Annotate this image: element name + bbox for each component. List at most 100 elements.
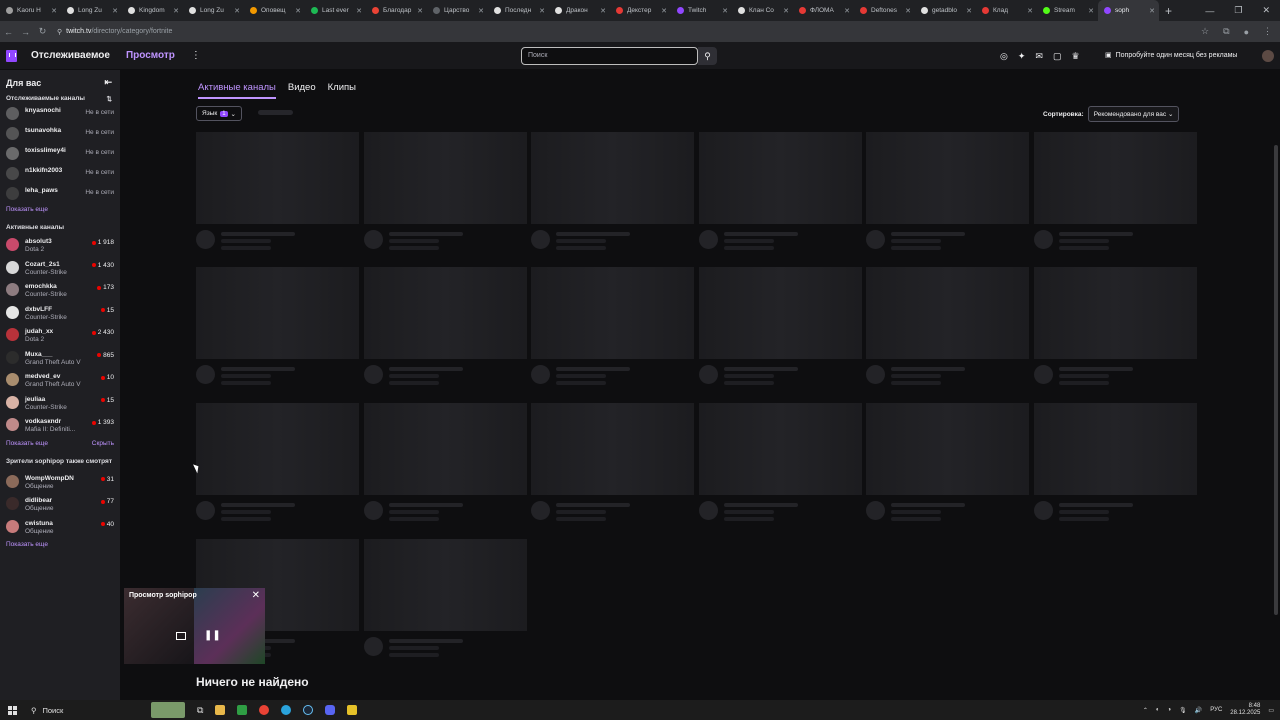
- close-tab-icon[interactable]: ✕: [539, 7, 545, 15]
- browser-tab[interactable]: Оповещ ✕: [244, 0, 305, 21]
- menu-icon[interactable]: ⋮: [1263, 26, 1272, 37]
- language-filter[interactable]: Язык 1 ⌄: [196, 106, 242, 121]
- sidebar-channel[interactable]: medved_ev Grand Theft Auto V 10: [0, 369, 120, 392]
- close-tab-icon[interactable]: ✕: [478, 7, 484, 15]
- tray-chevron-icon[interactable]: ⌃: [1143, 707, 1148, 714]
- close-tab-icon[interactable]: ✕: [1149, 7, 1155, 15]
- close-tab-icon[interactable]: ✕: [783, 7, 789, 15]
- app-green-icon[interactable]: [237, 705, 248, 715]
- sidebar-channel[interactable]: knyasnochi Не в сети: [0, 103, 120, 123]
- url-field[interactable]: ⚲ twitch.tv/directory/category/fortnite: [57, 28, 172, 36]
- sort-select[interactable]: Рекомендовано для вас ⌄: [1087, 106, 1180, 122]
- chrome-icon[interactable]: [259, 705, 270, 715]
- nav-browse[interactable]: Просмотр: [126, 50, 175, 61]
- inbox-icon[interactable]: ✉: [1035, 51, 1043, 62]
- ad-free-promo[interactable]: ▣ Попробуйте один месяц без рекламы: [1105, 51, 1237, 60]
- collapse-sidebar-icon[interactable]: ⇤: [104, 77, 112, 88]
- pause-icon[interactable]: ❚❚: [204, 630, 221, 641]
- browser-tab[interactable]: Декстер ✕: [610, 0, 671, 21]
- close-tab-icon[interactable]: ✕: [356, 7, 362, 15]
- live-hide[interactable]: Скрыть: [92, 440, 114, 447]
- close-tab-icon[interactable]: ✕: [722, 7, 728, 15]
- close-tab-icon[interactable]: ✕: [1088, 7, 1094, 15]
- browser-tab[interactable]: Twitch ✕: [671, 0, 732, 21]
- browser-tab[interactable]: Kingdom ✕: [122, 0, 183, 21]
- close-tab-icon[interactable]: ✕: [966, 7, 972, 15]
- mini-player[interactable]: Просмотр sophipop ✕ ❚❚: [124, 588, 265, 664]
- tab-videos[interactable]: Видео: [288, 82, 316, 99]
- taskbar-search[interactable]: ⚲ Поиск: [31, 706, 139, 715]
- steam-icon[interactable]: [303, 705, 314, 715]
- maximize-icon[interactable]: ❐: [1234, 5, 1242, 16]
- close-tab-icon[interactable]: ✕: [51, 7, 57, 15]
- browser-tab[interactable]: ФЛОМА ✕: [793, 0, 854, 21]
- close-icon[interactable]: ✕: [1262, 5, 1270, 16]
- new-tab-icon[interactable]: +: [1165, 4, 1172, 18]
- telegram-icon[interactable]: [281, 705, 292, 715]
- microphone-icon[interactable]: 🎙: [1179, 707, 1187, 714]
- search-button[interactable]: ⚲: [698, 47, 717, 65]
- live-show-more[interactable]: Показать еще: [6, 440, 48, 447]
- browser-tab[interactable]: Клад ✕: [976, 0, 1037, 21]
- sidebar-channel[interactable]: tsunavohka Не в сети: [0, 123, 120, 143]
- sidebar-channel[interactable]: WompWompDN Общение 31: [0, 471, 120, 494]
- sidebar-channel[interactable]: cwistuna Общение 40: [0, 516, 120, 539]
- magic-icon[interactable]: ✦: [1018, 51, 1026, 62]
- nav-more-icon[interactable]: ⋮: [191, 50, 201, 61]
- close-tab-icon[interactable]: ✕: [1027, 7, 1033, 15]
- browser-tab[interactable]: Deftones ✕: [854, 0, 915, 21]
- profile-icon[interactable]: ●: [1244, 27, 1249, 37]
- volume-icon[interactable]: 🔊: [1195, 707, 1202, 714]
- search-input[interactable]: Поиск: [521, 47, 698, 65]
- browser-tab[interactable]: Благодар ✕: [366, 0, 427, 21]
- language-indicator[interactable]: РУС: [1210, 707, 1222, 713]
- sidebar-channel[interactable]: Cozart_2s1 Counter-Strike 1 430: [0, 257, 120, 280]
- browser-tab[interactable]: Клан Со ✕: [732, 0, 793, 21]
- windows-start-icon[interactable]: [8, 705, 17, 715]
- tray-app-icon-2[interactable]: ◑: [1168, 707, 1172, 713]
- file-explorer-icon[interactable]: [215, 705, 226, 715]
- sidebar-channel[interactable]: emochkka Counter-Strike 173: [0, 279, 120, 302]
- browser-tab[interactable]: getadblo ✕: [915, 0, 976, 21]
- sidebar-channel[interactable]: dxbvLFF Counter-Strike 15: [0, 302, 120, 325]
- browser-tab[interactable]: Последн ✕: [488, 0, 549, 21]
- sidebar-channel[interactable]: Muxa___ Grand Theft Auto V 865: [0, 347, 120, 370]
- close-tab-icon[interactable]: ✕: [295, 7, 301, 15]
- discord-icon[interactable]: [325, 705, 336, 715]
- sidebar-channel[interactable]: judah_xx Dota 2 2 430: [0, 324, 120, 347]
- extensions-icon[interactable]: ⧉: [1223, 26, 1229, 37]
- browser-tab[interactable]: soph ✕: [1098, 0, 1159, 21]
- sidebar-channel[interactable]: absolut3 Dota 2 1 918: [0, 234, 120, 257]
- sidebar-channel[interactable]: toxisslimey4i Не в сети: [0, 143, 120, 163]
- notifications-icon[interactable]: ▭: [1268, 707, 1274, 714]
- tray-app-icon[interactable]: ◐: [1156, 707, 1160, 713]
- sort-icon[interactable]: ⇅: [107, 95, 112, 103]
- followed-show-more[interactable]: Показать еще: [6, 206, 48, 213]
- sidebar-channel[interactable]: leha_paws Не в сети: [0, 183, 120, 203]
- browser-tab[interactable]: Царство ✕: [427, 0, 488, 21]
- close-tab-icon[interactable]: ✕: [844, 7, 850, 15]
- whispers-icon[interactable]: ▢: [1053, 51, 1062, 62]
- sidebar-channel[interactable]: didlibear Общение 77: [0, 493, 120, 516]
- close-tab-icon[interactable]: ✕: [905, 7, 911, 15]
- reload-icon[interactable]: ↻: [34, 26, 51, 37]
- close-tab-icon[interactable]: ✕: [112, 7, 118, 15]
- user-avatar[interactable]: [1262, 50, 1274, 62]
- minimize-icon[interactable]: —: [1205, 6, 1214, 16]
- also-show-more[interactable]: Показать еще: [6, 541, 48, 548]
- browser-tab[interactable]: Дракон ✕: [549, 0, 610, 21]
- browser-tab[interactable]: Last ever ✕: [305, 0, 366, 21]
- close-tab-icon[interactable]: ✕: [234, 7, 240, 15]
- close-mini-player-icon[interactable]: ✕: [252, 590, 260, 601]
- task-view-icon[interactable]: ⧉: [197, 705, 203, 716]
- close-tab-icon[interactable]: ✕: [661, 7, 667, 15]
- twitch-logo-icon[interactable]: [6, 49, 17, 62]
- nav-following[interactable]: Отслеживаемое: [31, 50, 110, 61]
- tab-clips[interactable]: Клипы: [328, 82, 356, 99]
- back-icon[interactable]: ←: [0, 27, 17, 37]
- browser-tab[interactable]: Long Zu ✕: [61, 0, 122, 21]
- page-scrollbar-thumb[interactable]: [1274, 145, 1278, 615]
- prime-crown-icon[interactable]: ♛: [1071, 51, 1079, 62]
- bookmark-star-icon[interactable]: ☆: [1201, 26, 1209, 37]
- close-tab-icon[interactable]: ✕: [417, 7, 423, 15]
